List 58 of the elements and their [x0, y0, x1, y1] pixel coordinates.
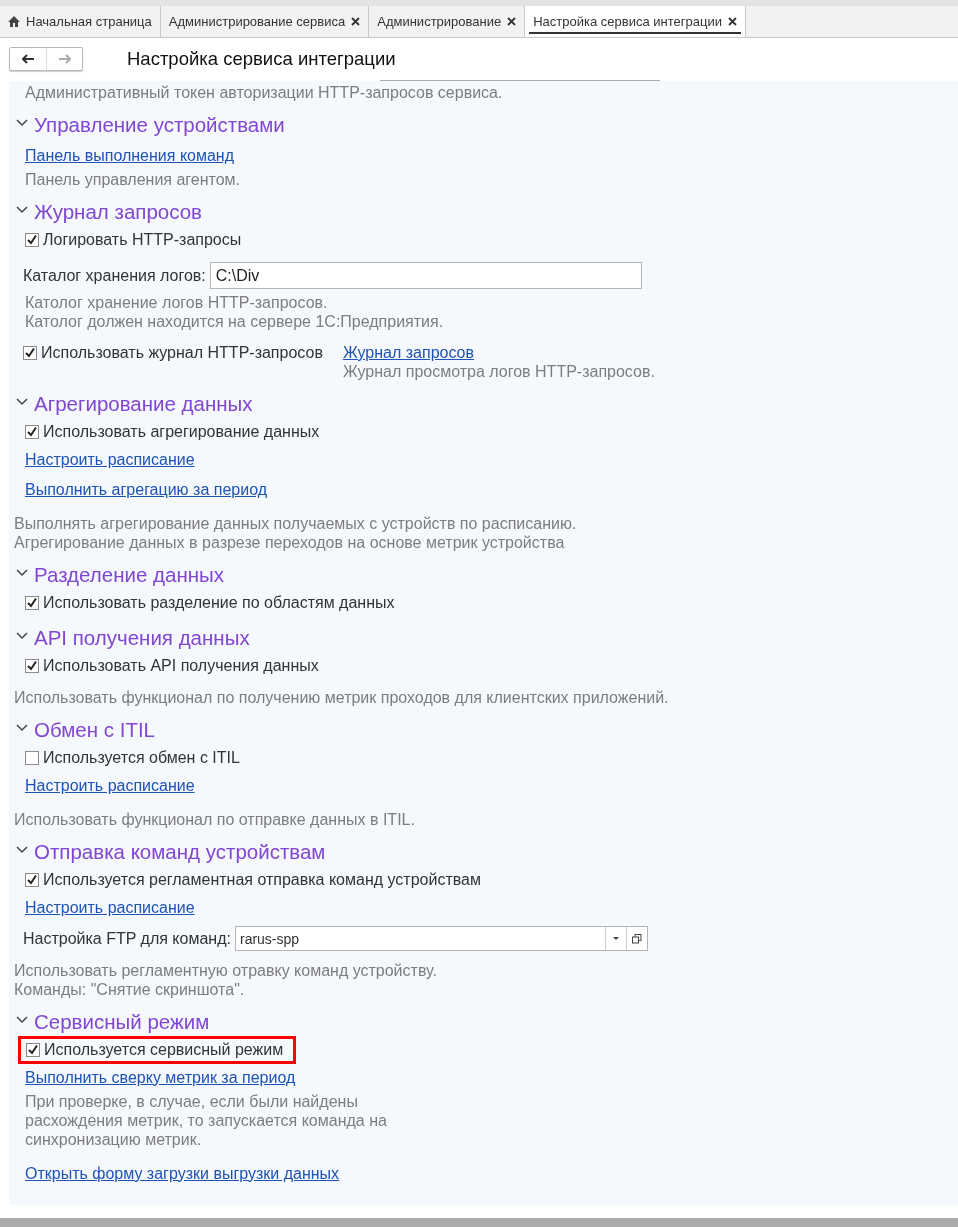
checkbox[interactable]: [26, 1042, 40, 1057]
section-title: Журнал запросов: [34, 200, 202, 224]
home-icon: [8, 16, 20, 27]
checkbox[interactable]: [25, 232, 39, 247]
note-text: Панель управления агентом.: [24, 170, 242, 189]
section-title: Управление устройствами: [34, 113, 285, 137]
link[interactable]: Настроить расписание: [25, 897, 195, 917]
link[interactable]: Панель выполнения команд: [25, 145, 235, 165]
caret-icon: [612, 937, 619, 940]
section-title: Разделение данных: [34, 563, 224, 587]
description-text: Использовать регламентную отравку команд устройству.: [13, 961, 438, 980]
note-text: Административный токен авторизации HTTP-запросов сервиса.: [24, 83, 504, 102]
section-title: API получения данных: [34, 626, 250, 650]
checkbox-label: Логировать HTTP-запросы: [43, 230, 242, 249]
open-window-icon[interactable]: [631, 933, 642, 944]
checkbox-label: Использовать разделение по областям данных: [43, 593, 395, 612]
description-text: Выполнять агрегирование данных получаемых с устройств по расписанию.: [13, 514, 578, 533]
note-text: Журнал просмотра логов HTTP-запросов.: [342, 362, 655, 381]
checkbox-label: Использовать журнал HTTP-запросов: [41, 343, 323, 362]
checkbox-label: Используется регламентная отправка команд устройствам: [43, 870, 481, 889]
link[interactable]: Выполнить агрегацию за период: [25, 479, 268, 499]
checkbox-label: Использовать API получения данных: [43, 656, 319, 675]
link[interactable]: Журнал запросов: [342, 343, 655, 362]
description-text: Использовать функционал по получению метрик проходов для клиентских приложений.: [13, 688, 670, 707]
note-text: Католог должен находится на сервере 1С:Предприятия.: [24, 312, 445, 331]
form-title: Настройка сервиса интеграции: [127, 48, 396, 70]
link[interactable]: Выполнить сверку метрик за период: [25, 1067, 296, 1087]
close-icon[interactable]: [507, 17, 517, 26]
tab[interactable]: Настройка сервиса интеграции: [525, 6, 746, 37]
close-icon[interactable]: [727, 17, 737, 26]
checkbox[interactable]: [23, 345, 37, 360]
link[interactable]: Настроить расписание: [25, 449, 195, 469]
checkbox-label: Используется сервисный режим: [44, 1040, 284, 1059]
section-title: Обмен с ITIL: [34, 718, 155, 742]
description-text: Использовать функционал по отправке данных в ITIL.: [13, 810, 416, 829]
checkbox[interactable]: [25, 658, 39, 673]
back-arrow-icon: [21, 54, 35, 64]
description-text: Агрегирование данных в разрезе переходов на основе метрик устройства: [13, 533, 566, 552]
field-label: Настройка FTP для команд:: [23, 929, 231, 948]
section-title: Агрегирование данных: [34, 392, 253, 416]
checkbox[interactable]: [25, 595, 39, 610]
input-field[interactable]: C:\Div: [209, 262, 642, 289]
close-icon[interactable]: [351, 17, 361, 26]
dropdown-field[interactable]: rarus-spp: [234, 926, 648, 951]
checkbox[interactable]: [25, 424, 39, 439]
description-text: При проверке, в случае, если были найдены расхождения метрик, то запускается команда на синхронизацию метрик.: [24, 1092, 388, 1149]
note-text: Католог хранение логов HTTP-запросов.: [24, 293, 329, 312]
field-label: Каталог хранения логов:: [23, 266, 206, 285]
link[interactable]: Открыть форму загрузки выгрузки данных: [25, 1163, 340, 1183]
forward-arrow-icon: [58, 54, 71, 64]
link[interactable]: Настроить расписание: [25, 775, 195, 795]
checkbox[interactable]: [25, 750, 39, 765]
section-title: Отправка команд устройствам: [34, 840, 326, 864]
section-title: Сервисный режим: [34, 1010, 210, 1034]
checkbox-label: Использовать агрегирование данных: [43, 422, 320, 441]
description-text: Команды: "Снятие скриншота".: [13, 980, 246, 999]
checkbox[interactable]: [25, 872, 39, 887]
checkbox-label: Используется обмен с ITIL: [43, 748, 240, 767]
